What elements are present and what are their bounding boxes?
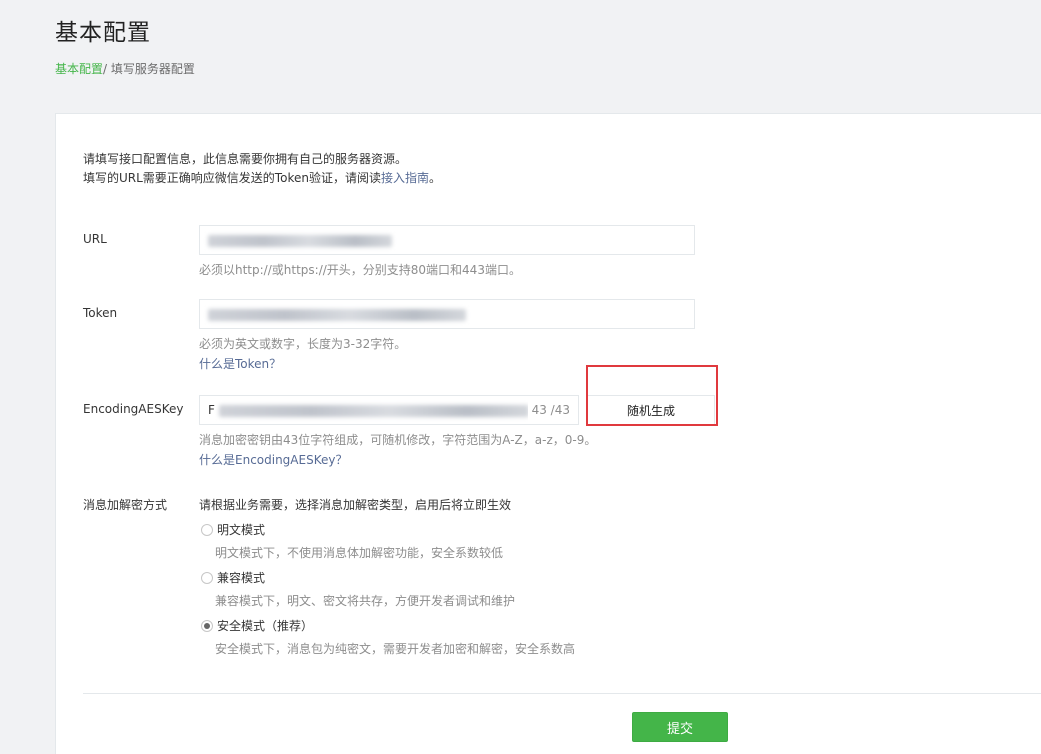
radio-secure-mode[interactable]: 安全模式（推荐）: [201, 617, 313, 634]
aes-key-value-prefix: F: [208, 403, 215, 417]
url-input[interactable]: [199, 225, 695, 255]
token-label: Token: [83, 306, 118, 320]
encryption-mode-intro: 请根据业务需要，选择消息加解密类型，启用后将立即生效: [199, 498, 512, 512]
breadcrumb: 基本配置/ 填写服务器配置: [55, 60, 195, 77]
radio-label: 兼容模式: [217, 571, 266, 585]
radio-unchecked-icon[interactable]: [201, 523, 213, 536]
access-guide-link[interactable]: 接入指南: [381, 171, 429, 185]
radio-compatible-mode[interactable]: 兼容模式: [201, 569, 265, 586]
submit-button[interactable]: 提交: [632, 712, 728, 742]
breadcrumb-current: / 填写服务器配置: [103, 62, 195, 76]
intro-text: 请填写接口配置信息，此信息需要你拥有自己的服务器资源。 填写的URL需要正确响应…: [83, 150, 441, 188]
aes-key-value-redacted: [218, 404, 529, 417]
radio-checked-icon[interactable]: [201, 619, 213, 632]
aes-key-counter: 43 /43: [527, 396, 570, 424]
url-label: URL: [83, 232, 107, 246]
page-title: 基本配置: [55, 20, 151, 46]
radio-unchecked-icon[interactable]: [201, 571, 213, 584]
url-hint: 必须以http://或https://开头，分别支持80端口和443端口。: [199, 263, 521, 277]
token-input[interactable]: [199, 299, 695, 329]
aes-key-hint: 消息加密密钥由43位字符组成，可随机修改，字符范围为A-Z，a-z，0-9。: [199, 433, 597, 447]
radio-label: 安全模式（推荐）: [217, 619, 314, 633]
breadcrumb-link[interactable]: 基本配置: [55, 62, 103, 76]
radio-desc: 兼容模式下，明文、密文将共存，方便开发者调试和维护: [215, 594, 516, 608]
encryption-mode-label: 消息加解密方式: [83, 498, 168, 512]
token-hint: 必须为英文或数字，长度为3-32字符。: [199, 337, 407, 351]
what-is-aes-key-link[interactable]: 什么是EncodingAESKey？: [199, 451, 347, 468]
token-value-redacted: [208, 308, 466, 321]
footer-divider: [83, 693, 1041, 694]
intro-line-2: 填写的URL需要正确响应微信发送的Token验证，请阅读接入指南。: [83, 171, 441, 185]
intro-line-1: 请填写接口配置信息，此信息需要你拥有自己的服务器资源。: [83, 152, 408, 166]
radio-plaintext-mode[interactable]: 明文模式: [201, 521, 265, 538]
radio-desc: 明文模式下，不使用消息体加解密功能，安全系数较低: [215, 546, 504, 560]
radio-desc: 安全模式下，消息包为纯密文，需要开发者加密和解密，安全系数高: [215, 642, 576, 656]
aes-key-label: EncodingAESKey: [83, 402, 184, 416]
url-value-redacted: [208, 234, 392, 247]
radio-label: 明文模式: [217, 523, 266, 537]
config-panel: 请填写接口配置信息，此信息需要你拥有自己的服务器资源。 填写的URL需要正确响应…: [55, 113, 1041, 754]
aes-key-input[interactable]: F 43 /43: [199, 395, 579, 425]
random-generate-button[interactable]: 随机生成: [587, 395, 715, 425]
what-is-token-link[interactable]: 什么是Token？: [199, 355, 281, 372]
